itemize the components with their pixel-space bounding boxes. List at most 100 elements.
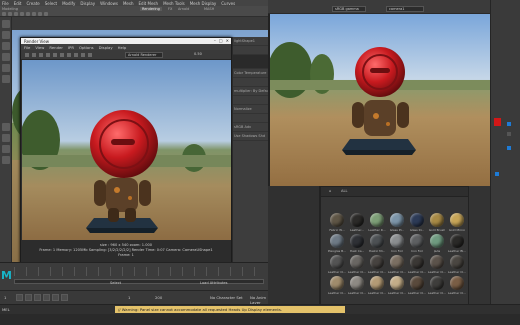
region-render-icon[interactable] [46, 53, 50, 57]
camera-icon[interactable] [32, 12, 36, 16]
material-swatch[interactable]: Leather Cl... [387, 276, 407, 297]
material-swatch[interactable]: Iron Foil [407, 234, 427, 255]
rv-menu-display[interactable]: Display [99, 45, 113, 50]
menu-item-windows[interactable]: Windows [100, 1, 118, 6]
material-swatch[interactable]: Plastic Mi... [367, 234, 387, 255]
rv-menu-file[interactable]: File [24, 45, 30, 50]
color-swatch[interactable] [494, 118, 501, 126]
material-swatch[interactable]: Leather Cl... [407, 255, 427, 276]
right-viewport[interactable] [268, 14, 490, 186]
go-end-icon[interactable] [61, 294, 68, 301]
material-swatch[interactable]: Leather Cl... [447, 276, 467, 297]
camera-dropdown[interactable]: camera1 [386, 6, 424, 12]
material-swatch[interactable]: Leather Cl... [347, 276, 367, 297]
filter-all-tab[interactable]: ALL [341, 189, 347, 193]
material-swatch[interactable]: Leather Cl... [327, 276, 347, 297]
sphere-icon[interactable] [2, 12, 6, 16]
menu-item-mesh[interactable]: Mesh [123, 1, 134, 6]
rv-menu-options[interactable]: Options [79, 45, 94, 50]
slider-icon[interactable] [507, 132, 511, 136]
material-swatch[interactable]: Leather R... [367, 213, 387, 234]
render-view-titlebar[interactable]: Render View – □ ✕ [21, 38, 231, 44]
play-back-icon[interactable] [34, 294, 41, 301]
rv-menu-ipr[interactable]: IPR [68, 45, 74, 50]
rv-menu-view[interactable]: View [35, 45, 44, 50]
material-swatch[interactable]: Fabric W... [327, 213, 347, 234]
close-icon[interactable]: ✕ [226, 38, 229, 43]
keep-image-icon[interactable] [81, 53, 85, 57]
material-swatch[interactable]: Leather Cl... [367, 276, 387, 297]
range-end-field[interactable]: 1 [128, 295, 130, 300]
material-swatch[interactable]: Leather Cl... [327, 255, 347, 276]
material-swatch[interactable]: Leather Cl... [427, 255, 447, 276]
real-size-icon[interactable] [74, 53, 78, 57]
rv-menu-render[interactable]: Render [49, 45, 63, 50]
alpha-channel-icon[interactable] [67, 53, 71, 57]
menu-item-display[interactable]: Display [80, 1, 95, 6]
layout-four-icon[interactable] [1, 134, 10, 142]
material-swatch[interactable]: Leather Cl... [367, 255, 387, 276]
shelf-tab-mash[interactable]: MASH [204, 7, 214, 11]
menu-item-edit[interactable]: Edit [14, 1, 22, 6]
shelf-tab-fx[interactable]: FX [168, 7, 172, 11]
zoom-field[interactable]: 0.50 [194, 52, 202, 56]
menu-item-file[interactable]: File [2, 1, 9, 6]
checkbox-icon[interactable] [495, 172, 499, 176]
material-swatch[interactable]: Plexglas B... [327, 234, 347, 255]
load-attributes-button[interactable]: Load Attributes [200, 281, 228, 285]
select-label[interactable]: Select [110, 281, 121, 285]
rv-menu-help[interactable]: Help [118, 45, 127, 50]
material-swatch[interactable]: Leather Bl... [447, 234, 467, 255]
home-icon[interactable]: ⌂ [329, 189, 331, 193]
material-swatch[interactable]: Leather Cl... [407, 276, 427, 297]
layout-outliner-icon[interactable] [1, 156, 10, 164]
material-swatch[interactable]: Jade [427, 234, 447, 255]
cube-icon[interactable] [8, 12, 12, 16]
maximize-icon[interactable]: □ [219, 38, 223, 43]
plane-icon[interactable] [20, 12, 24, 16]
step-back-icon[interactable] [25, 294, 32, 301]
go-start-icon[interactable] [16, 294, 23, 301]
material-swatch[interactable]: Leather Cl... [447, 255, 467, 276]
minimize-icon[interactable]: – [214, 38, 216, 43]
remove-image-icon[interactable] [88, 53, 92, 57]
timeline-ticks[interactable] [14, 267, 264, 276]
render-icon[interactable] [38, 12, 42, 16]
material-swatch[interactable]: Plast Ca... [347, 234, 367, 255]
material-swatch[interactable]: Glass Ri... [407, 213, 427, 234]
toggle-icon-2[interactable] [507, 146, 511, 150]
dock-scrollbar[interactable] [468, 186, 490, 312]
scale-tool-icon[interactable] [1, 75, 10, 83]
toggle-icon[interactable] [507, 122, 511, 126]
lasso-tool-icon[interactable] [1, 31, 10, 39]
layout-two-icon[interactable] [1, 145, 10, 153]
menu-item-create[interactable]: Create [26, 1, 39, 6]
character-set-menu[interactable]: No Character Set [210, 295, 243, 300]
menu-item-modify[interactable]: Modify [62, 1, 75, 6]
menu-item-mesh-tools[interactable]: Mesh Tools [163, 1, 185, 6]
material-swatch[interactable]: Glass Pl... [387, 213, 407, 234]
rotate-tool-icon[interactable] [1, 64, 10, 72]
snapshot-icon[interactable] [53, 53, 57, 57]
color-space-dropdown[interactable]: sRGB gamma [332, 6, 366, 12]
light-swatch[interactable] [233, 55, 268, 69]
time-slider[interactable]: Select Load Attributes [0, 262, 268, 290]
light-icon[interactable] [26, 12, 30, 16]
shelf-tab-arnold[interactable]: Arnold [178, 7, 189, 11]
paint-tool-icon[interactable] [1, 42, 10, 50]
menu-item-curves[interactable]: Curves [221, 1, 235, 6]
menu-item-edit-mesh[interactable]: Edit Mesh [139, 1, 159, 6]
menu-item-mesh-display[interactable]: Mesh Display [190, 1, 217, 6]
ipr-render-icon[interactable] [32, 53, 36, 57]
end-frame-field[interactable]: 200 [155, 295, 162, 300]
start-frame-field[interactable]: 1 [4, 295, 6, 300]
material-swatch[interactable]: Iron Foil [387, 234, 407, 255]
shelf-tab-rendering[interactable]: Rendering [140, 7, 162, 11]
language-label[interactable]: MEL [2, 307, 10, 312]
render-icon[interactable] [25, 53, 29, 57]
step-forward-icon[interactable] [52, 294, 59, 301]
renderer-dropdown[interactable]: Arnold Renderer [125, 52, 163, 58]
select-tool-icon[interactable] [1, 20, 10, 28]
rgb-channel-icon[interactable] [60, 53, 64, 57]
layout-single-icon[interactable] [1, 123, 10, 131]
